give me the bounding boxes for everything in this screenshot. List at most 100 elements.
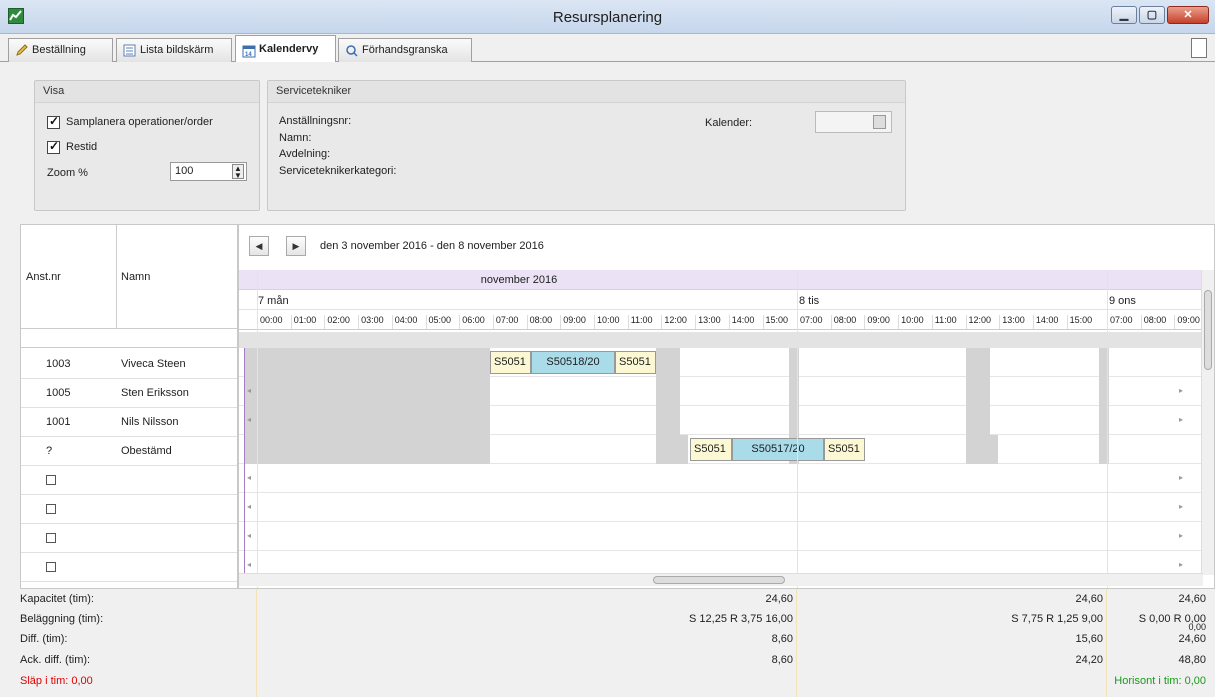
- hour-label: 05:00: [425, 315, 457, 329]
- tab-bestallning[interactable]: Beställning: [8, 38, 113, 62]
- resource-row[interactable]: 1003 Viveca Steen: [21, 350, 237, 379]
- empty-resource-row[interactable]: [21, 466, 237, 495]
- day-label: 7 mån: [258, 295, 289, 307]
- hour-label: 04:00: [391, 315, 423, 329]
- anstallningsnr-label: Anställningsnr:: [279, 115, 352, 127]
- kapacitet-label: Kapacitet (tim):: [20, 593, 94, 605]
- document-icon[interactable]: [1191, 38, 1207, 58]
- col-namn[interactable]: Namn: [121, 271, 150, 283]
- hour-label: 01:00: [290, 315, 322, 329]
- vertical-scrollbar[interactable]: [1201, 270, 1214, 575]
- job-block[interactable]: S5051: [824, 438, 865, 461]
- summary-panel: Kapacitet (tim): Beläggning (tim): Diff.…: [0, 589, 1215, 697]
- hour-label: 07:00: [492, 315, 524, 329]
- hour-label: 10:00: [594, 315, 625, 329]
- restid-checkbox[interactable]: [47, 139, 60, 154]
- hour-label: 07:00: [1107, 315, 1138, 329]
- resource-row[interactable]: 1005 Sten Eriksson: [21, 379, 237, 408]
- job-block[interactable]: S50518/20: [531, 351, 615, 374]
- hour-label: 08:00: [1140, 315, 1172, 329]
- zoom-value: 100: [175, 165, 194, 177]
- calendar-row[interactable]: ◂ ▸: [239, 406, 1203, 435]
- samplanera-checkbox[interactable]: [47, 114, 60, 129]
- hour-label: 13:00: [999, 315, 1030, 329]
- hour-label: 14:00: [728, 315, 760, 329]
- diff-label: Diff. (tim):: [20, 633, 68, 645]
- empty-resource-row[interactable]: [21, 495, 237, 524]
- hour-label: 12:00: [965, 315, 997, 329]
- horizontal-scrollbar[interactable]: [239, 573, 1203, 586]
- day3-belaggning-total: 0,00: [1188, 622, 1206, 632]
- day1-belaggning: S 12,25 R 3,75 16,00: [689, 613, 793, 625]
- day-header: 7 mån 8 tis 9 ons: [239, 290, 1203, 310]
- filter-panel: Visa Samplanera operationer/order Restid…: [0, 62, 1215, 222]
- job-block[interactable]: S5051: [615, 351, 656, 374]
- zoom-label: Zoom %: [47, 167, 88, 179]
- job-block[interactable]: S50517/20: [732, 438, 824, 461]
- magnifier-icon: [345, 43, 359, 57]
- list-icon: [123, 43, 137, 57]
- hour-label: 12:00: [661, 315, 692, 329]
- visa-group: Visa Samplanera operationer/order Restid…: [34, 80, 260, 211]
- maximize-icon: ▢: [1146, 9, 1158, 21]
- calendar-row[interactable]: ◂ ▸: [239, 493, 1203, 522]
- hour-label: 07:00: [797, 315, 828, 329]
- day-label: 9 ons: [1109, 295, 1136, 307]
- hour-label: 15:00: [1066, 315, 1098, 329]
- empty-resource-row[interactable]: [21, 553, 237, 582]
- row-checkbox[interactable]: [46, 562, 56, 572]
- calendar-row[interactable]: ◂ ▸: [239, 464, 1203, 493]
- next-period-button[interactable]: ▶: [286, 236, 306, 256]
- day1-diff: 8,60: [771, 633, 793, 645]
- maximize-button[interactable]: ▢: [1139, 6, 1165, 24]
- resource-row[interactable]: 1001 Nils Nilsson: [21, 408, 237, 437]
- calendar-picker-icon[interactable]: [873, 115, 886, 129]
- calendar-row[interactable]: S5051 S50517/20 S5051: [239, 435, 1203, 464]
- zoom-stepper[interactable]: 100 ▲ ▼: [170, 162, 247, 181]
- minimize-button[interactable]: ▁: [1111, 6, 1137, 24]
- hour-label: 10:00: [898, 315, 929, 329]
- resource-row[interactable]: ? Obestämd: [21, 437, 237, 466]
- tab-lista-bildskarm[interactable]: Lista bildskärm: [116, 38, 232, 62]
- spin-arrows-icon[interactable]: ▲ ▼: [232, 164, 244, 180]
- calendar-row[interactable]: ◂ ▸: [239, 522, 1203, 551]
- hour-label: 02:00: [324, 315, 355, 329]
- ack-diff-label: Ack. diff. (tim):: [20, 654, 91, 666]
- restid-label: Restid: [66, 141, 98, 153]
- day-label: 8 tis: [799, 295, 820, 307]
- vertical-scroll-thumb[interactable]: [1204, 290, 1212, 370]
- title-bar: Resursplanering ▁ ▢ ✕: [0, 0, 1215, 34]
- calendar-view: ◀ ▶ den 3 november 2016 - den 8 november…: [238, 224, 1215, 589]
- horisont-label: Horisont i tim: 0,00: [1114, 675, 1206, 687]
- day2-kapacitet: 24,60: [1075, 593, 1103, 605]
- prev-period-button[interactable]: ◀: [249, 236, 269, 256]
- calendar-row[interactable]: ◂ ▸: [239, 377, 1203, 406]
- day2-diff: 15,60: [1075, 633, 1103, 645]
- day1-ack-diff: 8,60: [771, 654, 793, 666]
- hour-label: 03:00: [358, 315, 389, 329]
- pencil-icon: [15, 43, 29, 56]
- month-header: november 2016: [239, 270, 1203, 290]
- calendar-row[interactable]: S5051 S50518/20 S5051: [239, 348, 1203, 377]
- row-checkbox[interactable]: [46, 504, 56, 514]
- horizontal-scroll-thumb[interactable]: [653, 576, 785, 584]
- job-block[interactable]: S5051: [490, 351, 531, 374]
- row-checkbox[interactable]: [46, 533, 56, 543]
- job-block[interactable]: S5051: [690, 438, 732, 461]
- slap-label: Släp i tim: 0,00: [20, 675, 93, 687]
- day2-ack-diff: 24,20: [1075, 654, 1103, 666]
- tab-kalendervy[interactable]: 14 Kalendervy: [235, 35, 336, 63]
- svg-text:14: 14: [245, 52, 252, 58]
- visa-title: Visa: [35, 81, 259, 103]
- servicetekniker-title: Servicetekniker: [268, 81, 905, 103]
- close-button[interactable]: ✕: [1167, 6, 1209, 24]
- hour-label: 09:00: [560, 315, 591, 329]
- row-checkbox[interactable]: [46, 475, 56, 485]
- kategori-label: Serviceteknikerkategori:: [279, 165, 397, 177]
- kalender-field[interactable]: [815, 111, 892, 133]
- empty-resource-row[interactable]: [21, 524, 237, 553]
- day2-belaggning: S 7,75 R 1,25 9,00: [1011, 613, 1103, 625]
- calendar-icon: 14: [242, 42, 256, 58]
- col-anst-nr[interactable]: Anst.nr: [26, 271, 61, 283]
- tab-forhandsgranska[interactable]: Förhandsgranska: [338, 38, 472, 62]
